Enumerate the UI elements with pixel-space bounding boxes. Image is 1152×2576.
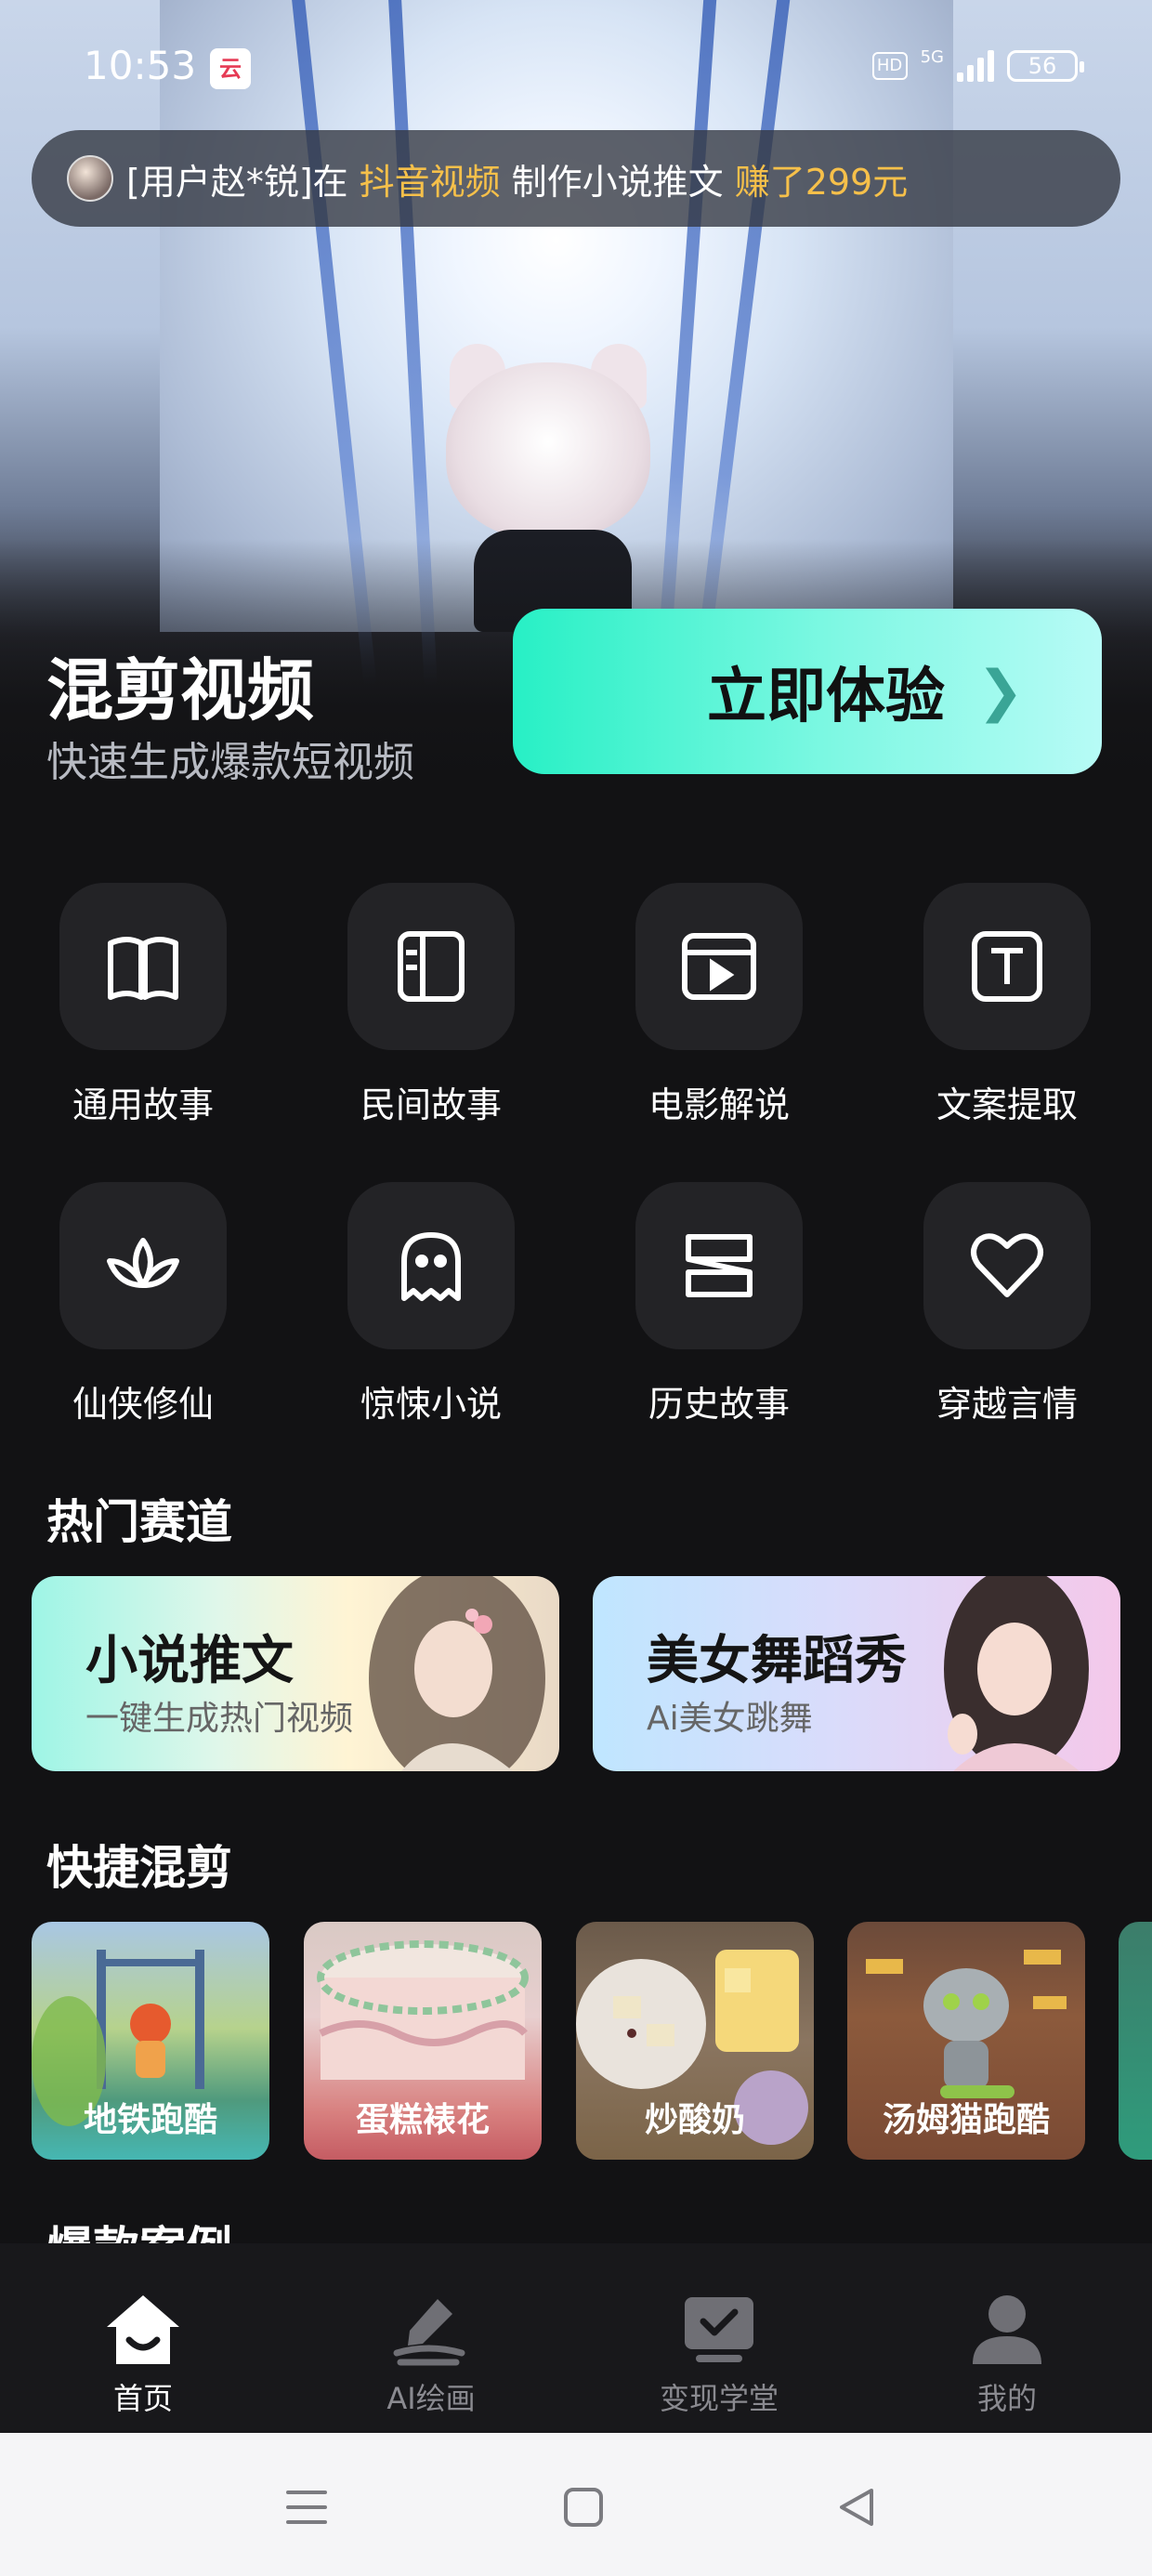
status-bar: 10:53 云 HD 5G 56 bbox=[0, 0, 1152, 130]
category-label: 历史故事 bbox=[648, 1384, 790, 1425]
category-label: 仙侠修仙 bbox=[72, 1384, 214, 1425]
lotus-icon bbox=[59, 1182, 227, 1349]
tab-profile[interactable]: 我的 bbox=[914, 2282, 1100, 2418]
quick-card-subway[interactable]: 地铁跑酷 bbox=[32, 1922, 269, 2160]
user-icon bbox=[914, 2282, 1100, 2366]
category-folk-story[interactable]: 民间故事 bbox=[338, 883, 524, 1127]
system-navigation-bar bbox=[0, 2433, 1152, 2576]
category-label: 电影解说 bbox=[648, 1084, 790, 1125]
try-now-label: 立即体验 bbox=[707, 663, 945, 731]
category-label: 民间故事 bbox=[360, 1084, 502, 1125]
bottom-tab-bar: 首页 AI绘画 变现学堂 我的 bbox=[0, 2243, 1152, 2433]
ghost-icon bbox=[347, 1182, 515, 1349]
tab-ai-drawing[interactable]: AI绘画 bbox=[338, 2282, 524, 2418]
category-label: 文案提取 bbox=[936, 1084, 1078, 1125]
tab-home[interactable]: 首页 bbox=[50, 2282, 236, 2418]
home-icon bbox=[50, 2282, 236, 2366]
earnings-ticker[interactable]: [用户赵*锐]在 抖音视频 制作小说推文 赚了299元 bbox=[32, 130, 1120, 227]
ticker-middle: 制作小说推文 bbox=[511, 161, 724, 203]
track-card-dance[interactable]: 美女舞蹈秀 Ai美女跳舞 bbox=[593, 1576, 1120, 1771]
track-title: 美女舞蹈秀 bbox=[647, 1631, 907, 1691]
quick-card-tom-cat[interactable]: 汤姆猫跑酷 bbox=[847, 1922, 1085, 2160]
track-subtitle: 一键生成热门视频 bbox=[85, 1700, 354, 1738]
tab-monetize-school[interactable]: 变现学堂 bbox=[626, 2282, 812, 2418]
ticker-platform: 抖音视频 bbox=[359, 161, 501, 203]
status-time: 10:53 bbox=[84, 43, 197, 88]
tab-label: 变现学堂 bbox=[659, 2381, 779, 2416]
scroll-icon bbox=[635, 1182, 803, 1349]
quick-card-cake[interactable]: 蛋糕裱花 bbox=[304, 1922, 542, 2160]
category-label: 穿越言情 bbox=[936, 1384, 1078, 1425]
girl-portrait-image bbox=[336, 1576, 559, 1771]
hot-tracks-title: 热门赛道 bbox=[46, 1495, 232, 1549]
track-subtitle: Ai美女跳舞 bbox=[647, 1700, 813, 1738]
category-label: 通用故事 bbox=[72, 1084, 214, 1125]
pen-brush-icon bbox=[338, 2282, 524, 2366]
battery-icon: 56 bbox=[1007, 50, 1084, 82]
back-triangle-icon[interactable] bbox=[829, 2479, 884, 2535]
category-general-story[interactable]: 通用故事 bbox=[50, 883, 236, 1127]
category-romance[interactable]: 穿越言情 bbox=[914, 1182, 1100, 1426]
monitor-check-icon bbox=[626, 2282, 812, 2366]
girl-portrait-image bbox=[897, 1576, 1120, 1771]
quick-cut-title: 快捷混剪 bbox=[46, 1841, 232, 1895]
hero-title: 混剪视频 bbox=[46, 651, 315, 729]
ticker-prefix: [用户赵*锐]在 bbox=[126, 161, 348, 203]
track-title: 小说推文 bbox=[85, 1631, 294, 1691]
category-thriller[interactable]: 惊悚小说 bbox=[338, 1182, 524, 1426]
network-type: 5G bbox=[920, 46, 944, 67]
sidebar-layout-icon bbox=[347, 883, 515, 1050]
quick-label: 汤姆猫跑酷 bbox=[882, 2101, 1050, 2139]
quick-label: 炒酸奶 bbox=[644, 2101, 745, 2139]
track-card-novel[interactable]: 小说推文 一键生成热门视频 bbox=[32, 1576, 559, 1771]
category-history[interactable]: 历史故事 bbox=[626, 1182, 812, 1426]
hd-icon: HD bbox=[871, 52, 908, 80]
category-xianxia[interactable]: 仙侠修仙 bbox=[50, 1182, 236, 1426]
tab-label: 首页 bbox=[112, 2381, 173, 2416]
hero-subtitle: 快速生成爆款短视频 bbox=[46, 739, 414, 786]
quick-label: 蛋糕裱花 bbox=[355, 2101, 490, 2139]
category-text-extract[interactable]: 文案提取 bbox=[914, 883, 1100, 1127]
signal-icon bbox=[957, 50, 994, 82]
hot-cases-title: 爆款案例 bbox=[46, 2212, 232, 2245]
tab-label: AI绘画 bbox=[386, 2381, 476, 2416]
category-movie-commentary[interactable]: 电影解说 bbox=[626, 883, 812, 1127]
video-play-icon bbox=[635, 883, 803, 1050]
quick-label: 地铁跑酷 bbox=[83, 2101, 217, 2139]
menu-icon[interactable] bbox=[279, 2479, 334, 2535]
ticker-earning: 赚了299元 bbox=[734, 161, 909, 203]
text-t-icon bbox=[923, 883, 1091, 1050]
category-label: 惊悚小说 bbox=[360, 1384, 502, 1425]
home-square-icon[interactable] bbox=[556, 2479, 611, 2535]
book-open-icon bbox=[59, 883, 227, 1050]
tab-label: 我的 bbox=[976, 2381, 1037, 2416]
quick-card-yogurt[interactable]: 炒酸奶 bbox=[576, 1922, 814, 2160]
heart-icon bbox=[923, 1182, 1091, 1349]
user-avatar bbox=[67, 155, 113, 202]
try-now-button[interactable]: 立即体验 ❯ bbox=[513, 609, 1102, 774]
app-notification-icon: 云 bbox=[210, 48, 251, 89]
quick-card-partial[interactable] bbox=[1119, 1922, 1152, 2160]
chevron-right-icon: ❯ bbox=[976, 659, 1024, 724]
quick-cut-row: 地铁跑酷 蛋糕裱花 炒酸奶 汤姆猫跑酷 bbox=[0, 1922, 1152, 2160]
